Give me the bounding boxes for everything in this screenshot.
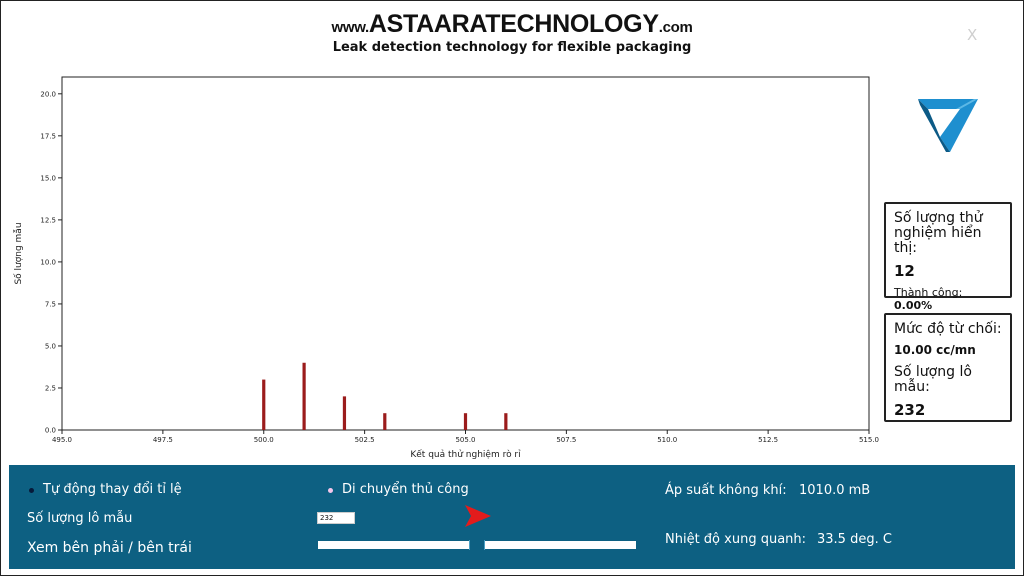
play-arrow-icon[interactable]	[463, 503, 493, 529]
air-pressure-label: Áp suất không khí:	[665, 483, 787, 498]
x-tick-label: 515.0	[859, 436, 879, 444]
y-tick-label: 0.0	[45, 427, 56, 435]
y-tick-label: 7.5	[45, 300, 56, 308]
control-panel: Tự động thay đổi tỉ lệ Di chuyển thủ côn…	[9, 465, 1015, 569]
x-tick-label: 507.5	[556, 436, 576, 444]
histogram-bar	[504, 413, 508, 430]
view-slider-handle[interactable]	[469, 540, 485, 550]
y-tick-label: 15.0	[40, 174, 56, 182]
slider-track-left[interactable]	[318, 541, 469, 549]
x-tick-label: 502.5	[355, 436, 375, 444]
tests-summary-card: Số lượng thử nghiệm hiển thị: 12 Thành c…	[884, 202, 1012, 312]
batch-count-value: 232	[894, 401, 926, 419]
histogram-bar	[383, 413, 387, 430]
histogram-bar	[302, 362, 306, 430]
auto-scale-radio[interactable]	[29, 488, 34, 493]
tests-count-value: 12	[894, 262, 915, 280]
histogram-bar	[463, 413, 468, 430]
y-tick-label: 10.0	[40, 258, 56, 266]
manual-move-radio[interactable]	[328, 488, 333, 493]
x-tick-label: 497.5	[153, 436, 173, 444]
y-tick-label: 5.0	[45, 342, 56, 350]
y-tick-label: 17.5	[40, 132, 56, 140]
histogram-bar	[262, 379, 266, 430]
y-axis-label: Số lượng mẫu	[13, 222, 24, 284]
x-tick-label: 512.5	[758, 436, 778, 444]
tests-count-label: Số lượng thử nghiệm hiển thị:	[894, 210, 983, 256]
batch-size-label: Số lượng lô mẫu	[27, 511, 133, 526]
plot-area	[61, 76, 870, 431]
auto-scale-label: Tự động thay đổi tỉ lệ	[43, 482, 182, 497]
batch-size-input[interactable]	[317, 512, 355, 524]
view-left-right-label: Xem bên phải / bên trái	[27, 540, 192, 556]
batch-count-label: Số lượng lô mẫu:	[894, 364, 972, 395]
leak-test-histogram: 495.0 497.5 500.0 502.5 505.0 507.5 510.0 512.5…	[13, 76, 879, 460]
reject-level-label: Mức độ từ chối:	[894, 321, 1002, 337]
ambient-temp-value: 33.5 deg. C	[817, 532, 892, 547]
y-tick-label: 12.5	[40, 216, 56, 224]
reject-level-value: 10.00 cc/mn	[894, 343, 976, 357]
y-tick-label: 2.5	[45, 384, 56, 392]
y-tick-label: 20.0	[40, 90, 56, 98]
histogram-bar	[342, 396, 347, 430]
x-tick-label: 500.0	[254, 436, 274, 444]
ambient-temp-label: Nhiệt độ xung quanh:	[665, 532, 807, 547]
company-logo-icon	[918, 99, 978, 152]
x-tick-label: 505.0	[455, 436, 475, 444]
reject-summary-card: Mức độ từ chối: 10.00 cc/mn Số lượng lô …	[884, 313, 1012, 422]
manual-move-label: Di chuyển thủ công	[342, 482, 469, 497]
success-rate: Thành công: 0.00%	[894, 286, 963, 312]
x-tick-label: 495.0	[52, 436, 72, 444]
air-pressure-value: 1010.0 mB	[799, 483, 871, 498]
x-axis-label: Kết quả thử nghiệm rò rỉ	[410, 449, 521, 460]
slider-track-right[interactable]	[485, 541, 636, 549]
x-tick-label: 510.0	[657, 436, 677, 444]
close-button[interactable]: X	[967, 26, 977, 44]
